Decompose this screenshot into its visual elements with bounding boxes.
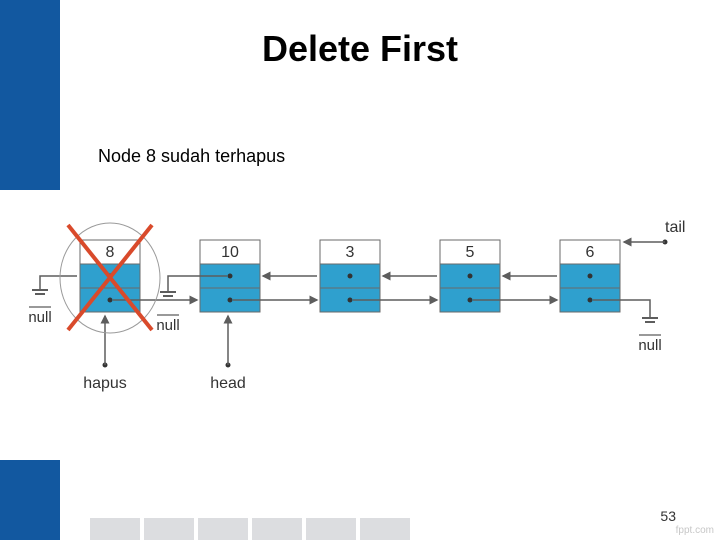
null-left-label: null — [28, 309, 51, 326]
node-6: 6 — [560, 240, 620, 312]
tail-label: tail — [665, 219, 685, 236]
node-value: 6 — [586, 244, 595, 261]
node-value: 8 — [106, 244, 115, 261]
head-label: head — [210, 375, 246, 392]
node-value: 3 — [346, 244, 355, 261]
node-3: 3 — [320, 240, 380, 312]
tail-pointer: tail — [624, 219, 685, 245]
slide-title: Delete First — [0, 28, 720, 70]
caption-text: Node 8 sudah terhapus — [98, 146, 285, 167]
null-mid-label: null — [156, 317, 179, 334]
node-5: 5 — [440, 240, 500, 312]
head-pointer: head — [210, 316, 246, 392]
null-right-label: null — [638, 337, 661, 354]
page-number: 53 — [660, 508, 676, 524]
watermark: fppt.com — [676, 525, 714, 536]
node-value: 5 — [466, 244, 475, 261]
hapus-label: hapus — [83, 375, 127, 392]
node-value: 10 — [221, 244, 239, 261]
linked-list-diagram: 8 10 3 5 — [0, 190, 720, 460]
hapus-pointer: hapus — [83, 316, 127, 392]
footer-decor — [90, 518, 410, 540]
prev-arrow-null — [40, 276, 77, 290]
